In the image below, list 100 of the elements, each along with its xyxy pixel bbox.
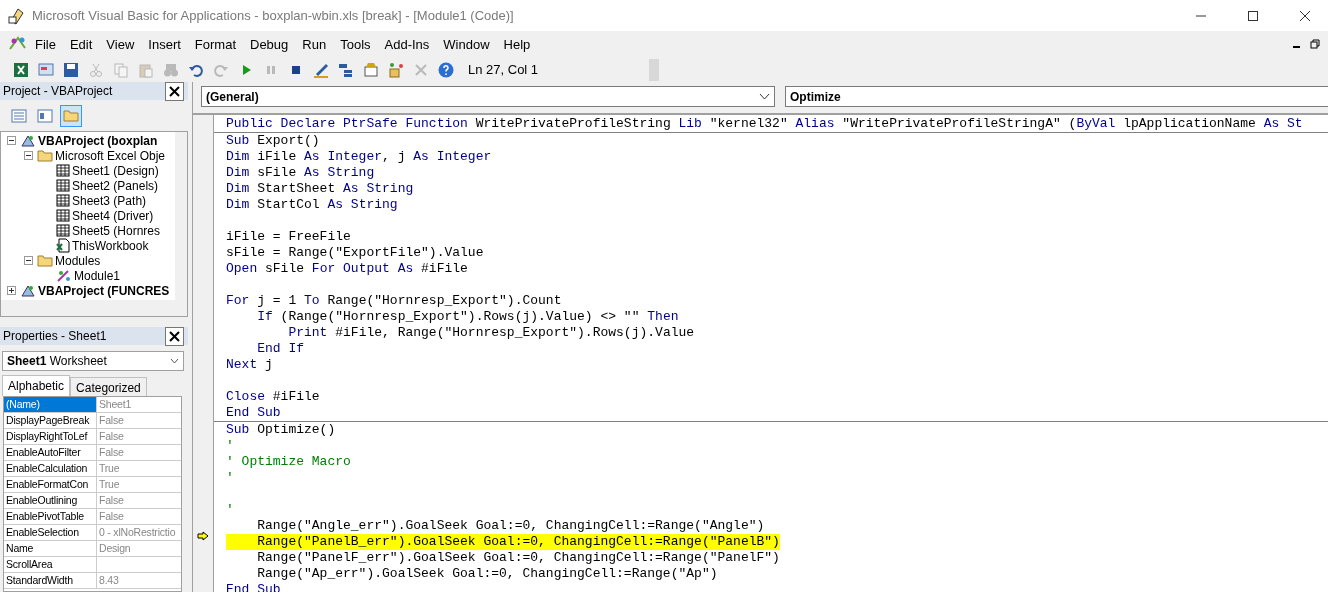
menu-item[interactable]: File bbox=[28, 34, 63, 54]
tab[interactable]: Alphabetic bbox=[2, 375, 71, 396]
property-value[interactable]: 0 - xlNoRestrictio bbox=[97, 525, 181, 540]
procedure-dropdown[interactable]: Optimize bbox=[785, 86, 1328, 107]
code-line: Range("PanelF_err").GoalSeek Goal:=0, ChangingCell:=Range("PanelF") bbox=[256, 550, 780, 566]
property-value[interactable]: Design bbox=[97, 541, 181, 556]
collapse-icon[interactable] bbox=[7, 136, 16, 145]
object-dropdown[interactable]: (General) bbox=[201, 86, 775, 107]
tree-item[interactable]: VBAProject (FUNCRES bbox=[38, 283, 170, 298]
property-name[interactable]: EnablePivotTable bbox=[4, 509, 97, 524]
property-name[interactable]: EnableFormatCon bbox=[4, 477, 97, 492]
close-button[interactable] bbox=[165, 81, 184, 101]
property-name[interactable]: (Name) bbox=[4, 397, 97, 412]
expand-icon[interactable] bbox=[7, 286, 16, 295]
menu-item[interactable]: Window bbox=[436, 34, 497, 54]
code-line: iFile = FreeFile bbox=[226, 229, 351, 245]
restore-icon[interactable] bbox=[1310, 39, 1320, 49]
property-value[interactable]: True bbox=[97, 477, 181, 492]
object-dropdown[interactable]: Sheet1 Worksheet bbox=[2, 351, 184, 371]
tree-item[interactable]: Sheet3 (Path) bbox=[72, 193, 147, 208]
collapse-icon[interactable] bbox=[24, 256, 33, 265]
ruler-pencil-icon bbox=[313, 61, 329, 78]
property-name[interactable]: EnableCalculation bbox=[4, 461, 97, 476]
code-line: Dim StartCol As String bbox=[226, 197, 398, 213]
code-line: Dim sFile As String bbox=[226, 165, 375, 181]
tree-item[interactable]: VBAProject (boxplan bbox=[38, 133, 158, 148]
property-name[interactable]: EnableAutoFilter bbox=[4, 445, 97, 460]
tree-item[interactable]: Sheet2 (Panels) bbox=[72, 178, 159, 193]
tree-item[interactable]: Sheet4 (Driver) bbox=[72, 208, 154, 223]
close-button[interactable] bbox=[165, 326, 184, 346]
menu-item[interactable]: View bbox=[99, 34, 142, 54]
scrollbar[interactable] bbox=[1, 300, 187, 316]
sheet-icon bbox=[56, 224, 70, 237]
menu-item[interactable]: Insert bbox=[141, 34, 188, 54]
menu-item[interactable]: Add-Ins bbox=[377, 34, 437, 54]
code-line: ' bbox=[226, 470, 234, 486]
form-icon bbox=[37, 108, 53, 123]
code-line: Print #iFile, Range("Hornresp_Export").Rows(j).Value bbox=[287, 325, 695, 341]
collapse-icon[interactable] bbox=[24, 151, 33, 160]
code-line: Range("Ap_err").GoalSeek Goal:=0, ChangingCell:=Range("Ap") bbox=[256, 566, 718, 582]
menu-item[interactable]: Run bbox=[295, 34, 334, 54]
property-value[interactable]: False bbox=[97, 493, 181, 508]
save-icon bbox=[63, 61, 79, 78]
code-line: End Sub bbox=[226, 405, 281, 421]
tree-item[interactable]: ThisWorkbook bbox=[72, 238, 149, 253]
help-icon bbox=[438, 61, 454, 78]
list-icon bbox=[11, 108, 27, 123]
project-icon bbox=[20, 283, 36, 298]
code-line: Range("Angle_err").GoalSeek Goal:=0, ChangingCell:=Range("Angle") bbox=[256, 518, 765, 534]
workbook-icon bbox=[56, 238, 70, 253]
cursor-position: Ln 27, Col 1 bbox=[467, 62, 540, 77]
tools-icon bbox=[413, 61, 429, 78]
code-line: sFile = Range("ExportFile").Value bbox=[226, 245, 484, 261]
tab[interactable]: Categorized bbox=[70, 377, 147, 396]
menu-item[interactable]: Help bbox=[496, 34, 538, 54]
tree-icon bbox=[338, 61, 354, 78]
app-icon bbox=[8, 6, 26, 25]
property-value[interactable]: 8.43 bbox=[97, 573, 181, 588]
toggle-folders-button[interactable] bbox=[60, 104, 82, 127]
tree-item[interactable]: Modules bbox=[55, 253, 101, 268]
shapes-icon bbox=[388, 61, 404, 78]
code-line: ' Optimize Macro bbox=[226, 454, 351, 470]
tree-item[interactable]: Sheet1 (Design) bbox=[72, 163, 159, 178]
sheet-icon bbox=[56, 164, 70, 177]
binoculars-icon bbox=[163, 61, 179, 78]
code-line: End If bbox=[256, 341, 304, 357]
code-line: ' bbox=[226, 502, 234, 518]
code-line: Close #iFile bbox=[226, 389, 320, 405]
property-name[interactable]: ScrollArea bbox=[4, 557, 97, 572]
property-name[interactable]: EnableOutlining bbox=[4, 493, 97, 508]
code-line: For j = 1 To Range("Hornresp_Export").Count bbox=[226, 293, 562, 309]
property-name[interactable]: DisplayRightToLef bbox=[4, 429, 97, 444]
code-line: Sub Optimize() bbox=[226, 422, 336, 438]
property-value[interactable]: False bbox=[97, 509, 181, 524]
code-line: ' bbox=[226, 438, 234, 454]
property-value[interactable]: False bbox=[97, 413, 181, 428]
spreadsheet-icon bbox=[13, 61, 29, 78]
menu-item[interactable]: Tools bbox=[333, 34, 378, 54]
tree-item[interactable]: Microsoft Excel Obje bbox=[55, 148, 166, 163]
menu-item[interactable]: Debug bbox=[243, 34, 296, 54]
close-icon bbox=[1300, 10, 1310, 21]
property-name[interactable]: Name bbox=[4, 541, 97, 556]
toolbar-grip[interactable] bbox=[649, 58, 659, 81]
property-value[interactable]: False bbox=[97, 445, 181, 460]
chevron-down-icon bbox=[759, 93, 770, 100]
property-value[interactable]: True bbox=[97, 461, 181, 476]
menu-item[interactable]: Format bbox=[187, 34, 243, 54]
property-name[interactable]: DisplayPageBreak bbox=[4, 413, 97, 428]
property-name[interactable]: EnableSelection bbox=[4, 525, 97, 540]
tree-item[interactable]: Sheet5 (Hornres bbox=[72, 223, 161, 238]
scrollbar[interactable] bbox=[175, 132, 187, 300]
pane-title: Properties - Sheet1 bbox=[3, 329, 107, 343]
code-line: Public Declare PtrSafe Function WritePrivateProfileString Lib "kernel32" Alias "WritePrivateProfileStringA" (ByVal lpApplicationName As St bbox=[226, 116, 1303, 132]
property-value[interactable]: False bbox=[97, 429, 181, 444]
code-line: Dim iFile As Integer, j As Integer bbox=[226, 149, 492, 165]
property-name[interactable]: StandardWidth bbox=[4, 573, 97, 588]
property-value[interactable]: Sheet1 bbox=[97, 397, 181, 412]
code-editor[interactable] bbox=[193, 113, 1328, 592]
menu-item[interactable]: Edit bbox=[62, 34, 100, 54]
tree-item[interactable]: Module1 bbox=[74, 268, 121, 283]
